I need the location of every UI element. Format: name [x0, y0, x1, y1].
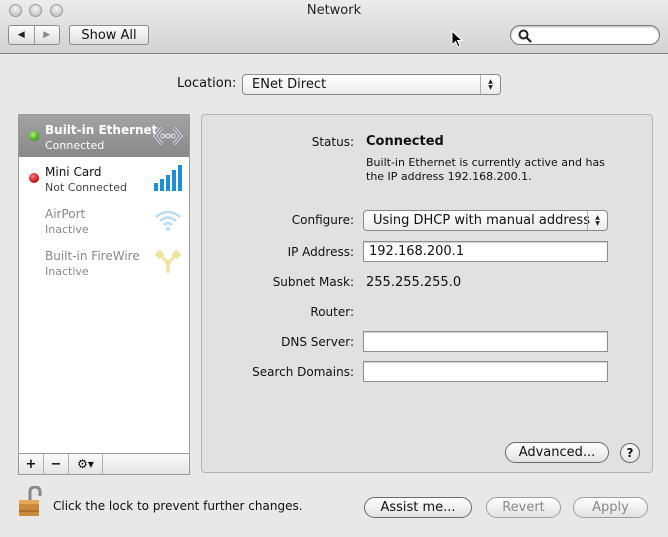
status-dot-green: [29, 131, 39, 141]
forward-arrow-icon[interactable]: ▶: [33, 26, 60, 44]
service-list-toolbar: + − ⚙▾: [18, 453, 190, 475]
status-description-line2: the IP address 192.168.200.1.: [366, 170, 532, 183]
service-name: Built-in Ethernet: [45, 123, 158, 137]
service-status: Inactive: [45, 223, 89, 236]
ethernet-icon: [153, 127, 183, 145]
status-value: Connected: [366, 134, 444, 149]
service-item-built-in-firewire[interactable]: Built-in FireWire Inactive: [19, 241, 189, 283]
service-status: Not Connected: [45, 181, 128, 194]
service-list: Built-in Ethernet Connected Mini Card No…: [18, 114, 190, 454]
status-label: Status:: [311, 135, 354, 149]
service-status: Inactive: [45, 265, 89, 278]
assist-me-button[interactable]: Assist me...: [364, 497, 472, 518]
service-item-mini-card[interactable]: Mini Card Not Connected: [19, 157, 189, 199]
service-name: Built-in FireWire: [45, 249, 140, 263]
search-icon: [518, 29, 532, 43]
window-toolbar: Network ◀ ▶ Show All: [0, 0, 668, 54]
configure-label: Configure:: [291, 213, 354, 227]
configure-value: Using DHCP with manual address: [373, 213, 590, 228]
location-label: Location:: [177, 76, 237, 91]
location-value: ENet Direct: [252, 77, 327, 92]
revert-button[interactable]: Revert: [486, 497, 561, 518]
search-input[interactable]: [510, 25, 660, 45]
lock-message: Click the lock to prevent further change…: [53, 499, 303, 513]
gear-menu-icon[interactable]: ⚙▾: [69, 454, 103, 474]
configure-popup[interactable]: Using DHCP with manual address ▲ ▼: [363, 210, 608, 231]
advanced-button[interactable]: Advanced...: [505, 442, 609, 463]
ip-address-field[interactable]: 192.168.200.1: [363, 241, 608, 262]
back-arrow-icon[interactable]: ◀: [9, 26, 34, 44]
firewire-icon: [154, 249, 182, 273]
dns-server-label: DNS Server:: [281, 335, 354, 349]
wifi-icon: [155, 210, 181, 231]
service-name: AirPort: [45, 207, 86, 221]
search-domains-field[interactable]: [363, 361, 608, 382]
back-forward-control: ◀ ▶: [8, 25, 60, 45]
service-status: Connected: [45, 139, 105, 152]
lock-open-icon[interactable]: [18, 486, 46, 518]
subnet-mask-label: Subnet Mask:: [272, 275, 354, 289]
subnet-mask-value: 255.255.255.0: [366, 275, 462, 290]
remove-service-button[interactable]: −: [44, 454, 69, 474]
window-title: Network: [306, 3, 362, 18]
service-detail-panel: Status: Connected Built-in Ethernet is c…: [201, 114, 653, 473]
ip-address-label: IP Address:: [287, 245, 354, 259]
service-item-built-in-ethernet[interactable]: Built-in Ethernet Connected: [19, 115, 189, 157]
add-service-button[interactable]: +: [19, 454, 44, 474]
signal-bars-icon: [154, 165, 182, 191]
help-button[interactable]: ?: [620, 443, 640, 463]
popup-arrows-icon: ▲ ▼: [480, 75, 500, 94]
popup-arrows-icon: ▲ ▼: [587, 211, 607, 230]
apply-button[interactable]: Apply: [573, 497, 648, 518]
location-popup[interactable]: ENet Direct ▲ ▼: [242, 74, 501, 95]
service-item-airport[interactable]: AirPort Inactive: [19, 199, 189, 241]
status-dot-red: [29, 173, 39, 183]
service-name: Mini Card: [45, 165, 102, 179]
dns-server-field[interactable]: [363, 331, 608, 352]
router-label: Router:: [310, 305, 354, 319]
mouse-cursor-icon: [451, 30, 463, 48]
search-domains-label: Search Domains:: [252, 365, 354, 379]
status-description-line1: Built-in Ethernet is currently active an…: [366, 156, 605, 169]
show-all-button[interactable]: Show All: [69, 25, 149, 45]
